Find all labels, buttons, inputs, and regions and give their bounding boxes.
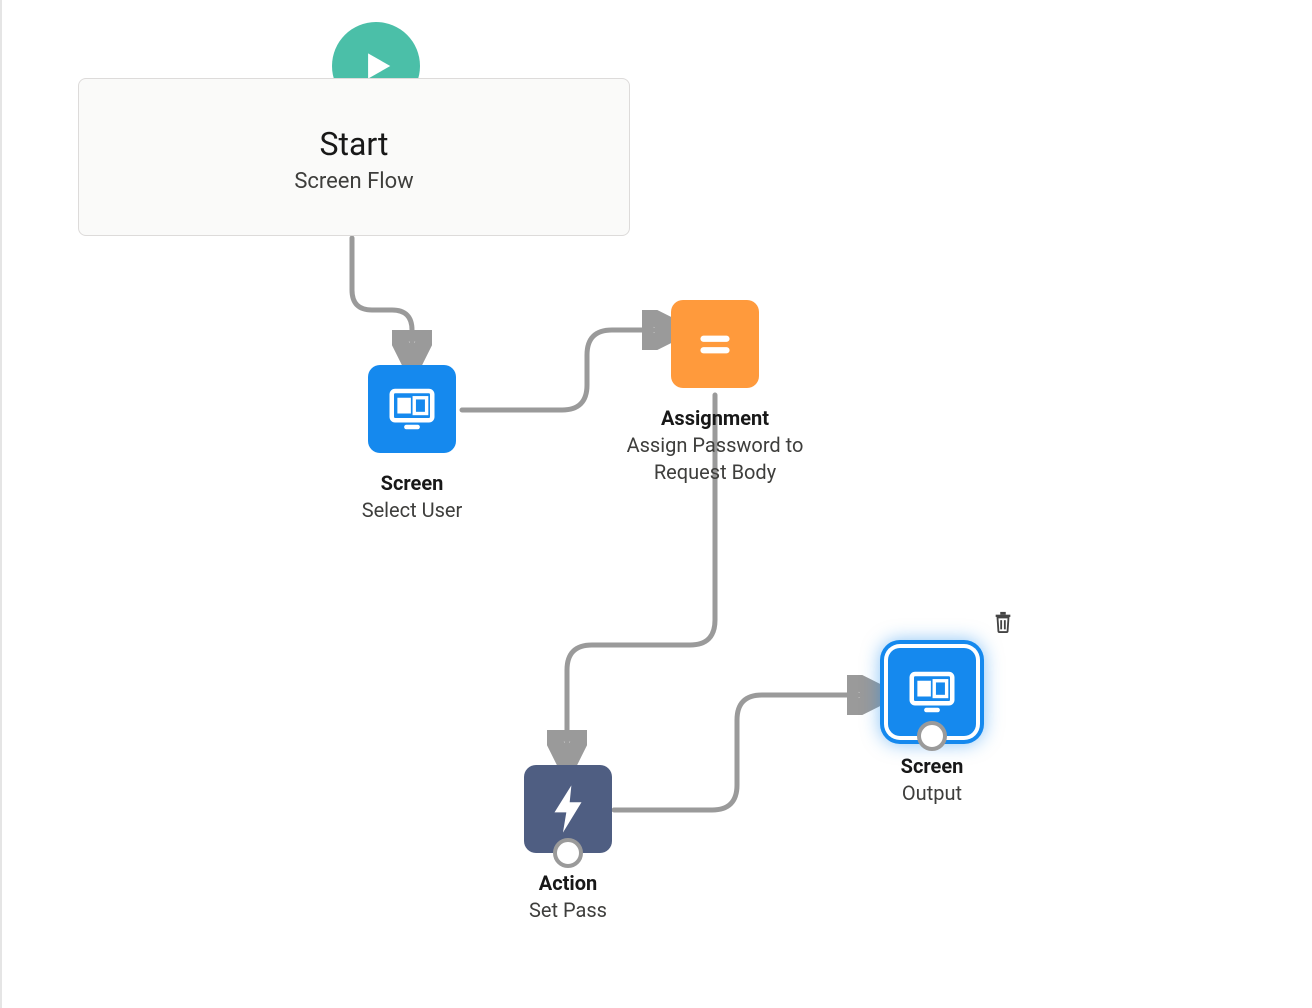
node-label: Output (832, 780, 1032, 807)
node-screen-select-user[interactable]: Screen Select User (312, 365, 512, 524)
screen-icon (368, 365, 456, 453)
start-node[interactable]: Start Screen Flow (78, 78, 630, 236)
start-subtitle: Screen Flow (79, 169, 629, 194)
node-assignment[interactable]: Assignment Assign Password to Request Bo… (590, 300, 840, 486)
node-action-set-pass[interactable]: Action Set Pass (468, 765, 668, 924)
node-type: Assignment (590, 406, 840, 430)
connector-handle[interactable] (917, 721, 947, 751)
node-type: Screen (832, 754, 1032, 778)
flow-canvas[interactable]: Start Screen Flow Screen Select User Ass… (0, 0, 1312, 1008)
trash-icon (992, 610, 1014, 634)
bolt-icon (524, 765, 612, 853)
start-title: Start (79, 125, 629, 163)
node-type: Action (468, 871, 668, 895)
node-label: Select User (312, 497, 512, 524)
node-label: Assign Password to Request Body (600, 432, 830, 486)
node-label: Set Pass (468, 897, 668, 924)
fault-connector-handle[interactable] (553, 838, 583, 868)
delete-node-button[interactable] (992, 610, 1014, 638)
node-type: Screen (312, 471, 512, 495)
node-screen-output[interactable]: Screen Output (832, 648, 1032, 807)
screen-icon (888, 648, 976, 736)
equals-icon (671, 300, 759, 388)
